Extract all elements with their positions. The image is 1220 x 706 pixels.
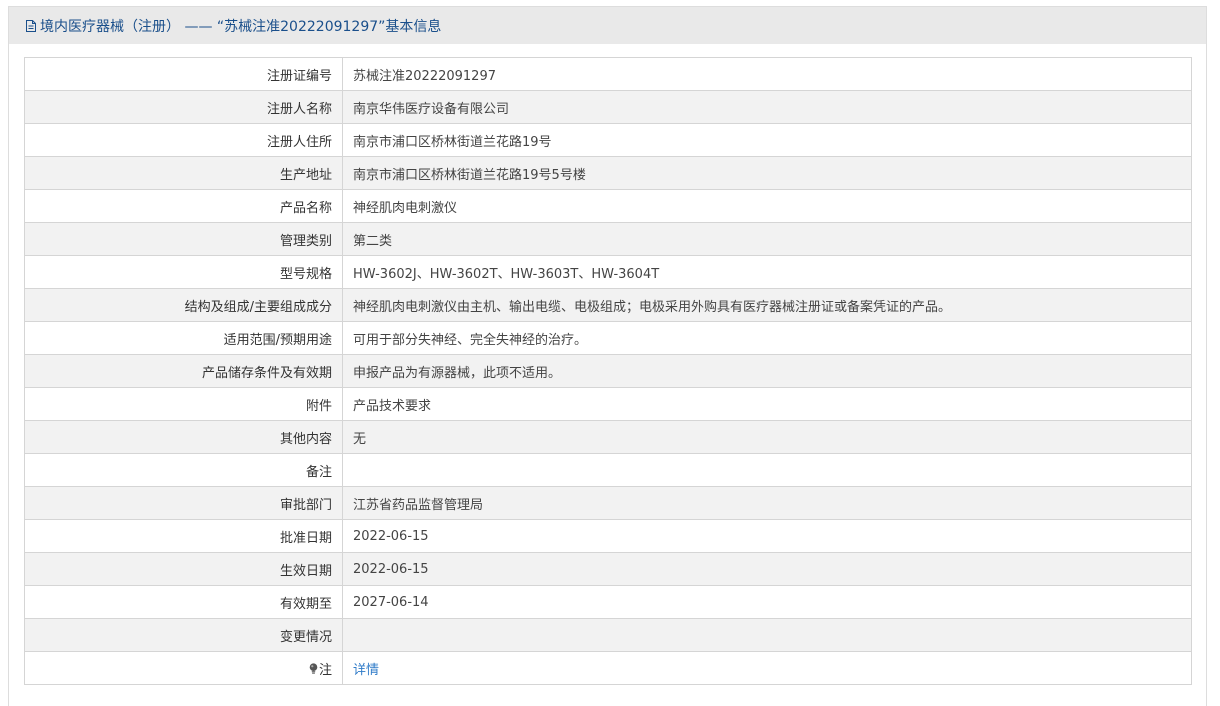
table-row: 有效期至 2027-06-14 <box>24 585 1192 619</box>
row-label: 有效期至 <box>24 585 343 619</box>
row-label: 生产地址 <box>24 156 343 190</box>
row-label: 变更情况 <box>24 618 343 652</box>
note-value-cell: 详情 <box>342 651 1192 685</box>
table-row: 生产地址 南京市浦口区桥林街道兰花路19号5号楼 <box>24 156 1192 190</box>
table-row: 产品储存条件及有效期 申报产品为有源器械，此项不适用。 <box>24 354 1192 388</box>
table-row: 备注 <box>24 453 1192 487</box>
row-value: 产品技术要求 <box>342 387 1192 421</box>
table-row: 注册证编号 苏械注准20222091297 <box>24 57 1192 91</box>
row-value: 第二类 <box>342 222 1192 256</box>
row-label: 注册证编号 <box>24 57 343 91</box>
row-value <box>342 453 1192 487</box>
table-row: 生效日期 2022-06-15 <box>24 552 1192 586</box>
row-label: 附件 <box>24 387 343 421</box>
lightbulb-icon <box>309 662 318 675</box>
row-value: 2022-06-15 <box>342 519 1192 553</box>
row-label: 产品名称 <box>24 189 343 223</box>
row-value: 可用于部分失神经、完全失神经的治疗。 <box>342 321 1192 355</box>
row-value <box>342 618 1192 652</box>
row-label: 适用范围/预期用途 <box>24 321 343 355</box>
table-row: 批准日期 2022-06-15 <box>24 519 1192 553</box>
table-row: 其他内容无 <box>24 420 1192 454</box>
row-label: 生效日期 <box>24 552 343 586</box>
row-value: 南京华伟医疗设备有限公司 <box>342 90 1192 124</box>
panel-header: 境内医疗器械（注册） —— “苏械注准20222091297”基本信息 <box>9 7 1206 44</box>
row-value: 2027-06-14 <box>342 585 1192 619</box>
row-value: 南京市浦口区桥林街道兰花路19号5号楼 <box>342 156 1192 190</box>
table-row: 注册人住所 南京市浦口区桥林街道兰花路19号 <box>24 123 1192 157</box>
row-value: 申报产品为有源器械，此项不适用。 <box>342 354 1192 388</box>
row-value: HW-3602J、HW-3602T、HW-3603T、HW-3604T <box>342 255 1192 289</box>
row-value: 南京市浦口区桥林街道兰花路19号 <box>342 123 1192 157</box>
table-row: 型号规格 HW-3602J、HW-3602T、HW-3603T、HW-3604T <box>24 255 1192 289</box>
note-label: 注 <box>318 662 332 678</box>
row-value: 江苏省药品监督管理局 <box>342 486 1192 520</box>
row-label: 其他内容 <box>24 420 343 454</box>
row-value: 无 <box>342 420 1192 454</box>
row-label: 注册人名称 <box>24 90 343 124</box>
info-panel: 境内医疗器械（注册） —— “苏械注准20222091297”基本信息 注册证编… <box>8 6 1207 706</box>
table-row: 审批部门 江苏省药品监督管理局 <box>24 486 1192 520</box>
row-label: 审批部门 <box>24 486 343 520</box>
note-row: 注 详情 <box>24 651 1192 685</box>
row-label: 管理类别 <box>24 222 343 256</box>
table-row: 产品名称 神经肌肉电刺激仪 <box>24 189 1192 223</box>
row-value: 2022-06-15 <box>342 552 1192 586</box>
row-value: 苏械注准20222091297 <box>342 57 1192 91</box>
note-label-cell: 注 <box>24 651 343 685</box>
table-row: 适用范围/预期用途 可用于部分失神经、完全失神经的治疗。 <box>24 321 1192 355</box>
row-label: 注册人住所 <box>24 123 343 157</box>
table-row: 附件 产品技术要求 <box>24 387 1192 421</box>
row-label: 产品储存条件及有效期 <box>24 354 343 388</box>
table-row: 管理类别 第二类 <box>24 222 1192 256</box>
page-title: 境内医疗器械（注册） —— “苏械注准20222091297”基本信息 <box>40 18 442 35</box>
table-row: 结构及组成/主要组成成分 神经肌肉电刺激仪由主机、输出电缆、电极组成；电极采用外购… <box>24 288 1192 322</box>
detail-link[interactable]: 详情 <box>353 663 379 678</box>
info-table: 注册证编号 苏械注准20222091297 注册人名称 南京华伟医疗设备有限公司 注册人… <box>24 57 1192 685</box>
document-icon <box>24 19 38 33</box>
table-row: 变更情况 <box>24 618 1192 652</box>
row-value: 神经肌肉电刺激仪由主机、输出电缆、电极组成；电极采用外购具有医疗器械注册证或备案… <box>342 288 1192 322</box>
table-row: 注册人名称 南京华伟医疗设备有限公司 <box>24 90 1192 124</box>
row-label: 批准日期 <box>24 519 343 553</box>
row-label: 型号规格 <box>24 255 343 289</box>
row-value: 神经肌肉电刺激仪 <box>342 189 1192 223</box>
row-label: 备注 <box>24 453 343 487</box>
row-label: 结构及组成/主要组成成分 <box>24 288 343 322</box>
